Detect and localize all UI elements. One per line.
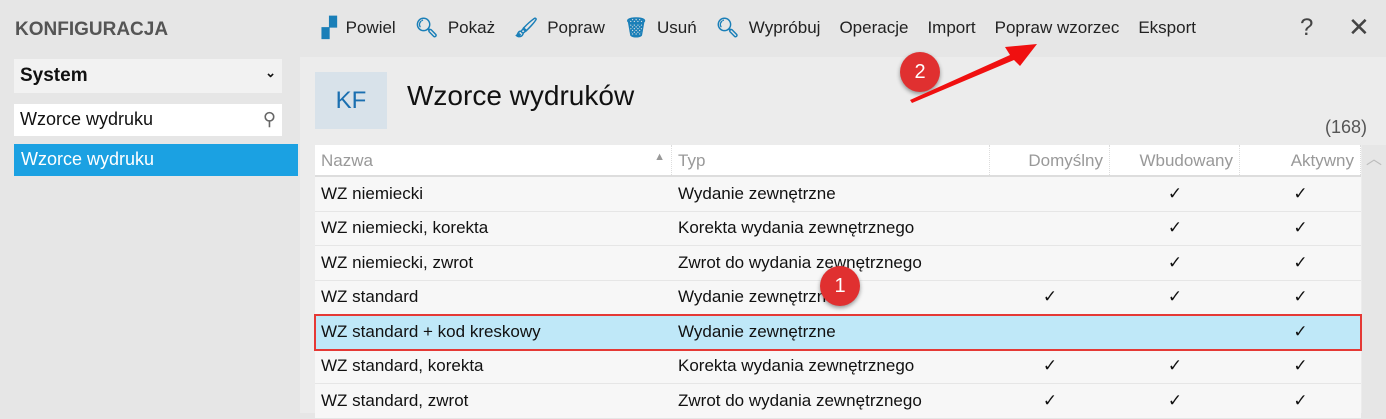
column-header-domyslny[interactable]: Domyślny <box>990 145 1110 175</box>
grid-header: Nazwa ▲ Typ Domyślny Wbudowany Aktywny <box>315 145 1361 177</box>
label: Powiel <box>345 18 396 37</box>
cell-builtin: ✓ <box>1167 356 1183 376</box>
import-button[interactable]: Import <box>927 18 975 38</box>
column-header-typ[interactable]: Typ <box>672 145 990 175</box>
table-row[interactable]: WZ standard, zwrot Zwrot do wydania zewnę… <box>315 384 1361 419</box>
cell-active: ✓ <box>1293 321 1308 341</box>
cell-builtin: ✓ <box>1167 218 1183 238</box>
cell-default: ✓ <box>1042 356 1058 376</box>
brush-icon: 🖌︎ <box>514 18 539 39</box>
cell-type: Korekta wydania zewnętrznego <box>678 356 915 376</box>
sidebar-item-wzorce-wydruku[interactable]: Wzorce wydruku <box>14 144 298 176</box>
scroll-up-icon[interactable]: ︿ <box>1366 151 1382 168</box>
cell-active: ✓ <box>1293 252 1308 272</box>
cell-name: WZ niemiecki, korekta <box>321 218 489 238</box>
scrollbar[interactable]: ︿ <box>1362 145 1386 413</box>
help-button[interactable]: ? <box>1300 14 1313 42</box>
cell-type: Wydanie zewnętrzne <box>678 321 836 341</box>
cell-default: ✓ <box>1042 287 1058 307</box>
search-icon[interactable]: ⚲ <box>263 109 276 131</box>
chevron-down-icon: ⌄ <box>265 65 276 80</box>
cell-name: WZ standard, zwrot <box>321 390 469 410</box>
label: Pokaż <box>447 18 496 37</box>
cell-active: ✓ <box>1293 183 1308 203</box>
cell-active: ✓ <box>1293 356 1308 376</box>
label: Operacje <box>839 18 909 37</box>
usun-button[interactable]: 🗑︎ Usuń <box>624 16 697 40</box>
cell-name: WZ niemiecki, zwrot <box>321 252 474 272</box>
column-header-aktywny[interactable]: Aktywny <box>1240 145 1361 175</box>
cell-builtin: ✓ <box>1167 287 1183 307</box>
label: Popraw wzorzec <box>994 18 1120 37</box>
close-button[interactable]: ✕ <box>1348 12 1370 43</box>
table-row[interactable]: WZ niemiecki Wydanie zewnętrzne ✓ ✓ <box>315 177 1361 212</box>
cell-name: WZ niemiecki <box>321 183 424 203</box>
cell-type: Zwrot do wydania zewnętrznego <box>678 390 922 410</box>
cell-type: Wydanie zewnętrzne <box>678 183 836 203</box>
label: Eksport <box>1138 18 1196 37</box>
copy-icon: ▞ <box>322 17 337 39</box>
popraw-button[interactable]: 🖌︎ Popraw <box>514 16 605 40</box>
page-title: Wzorce wydruków <box>407 80 635 111</box>
table-row[interactable]: WZ standard + kod kreskowy Wydanie zewnęt… <box>314 314 1362 351</box>
cell-builtin: ✓ <box>1167 390 1183 410</box>
search-icon: 🔍︎ <box>715 18 740 39</box>
search-icon: 🔍︎ <box>414 18 439 39</box>
cell-active: ✓ <box>1293 218 1308 238</box>
step-1-badge: 1 <box>820 266 860 306</box>
trash-icon: 🗑︎ <box>623 18 648 39</box>
toolbar: ▞ Powiel 🔍︎ Pokaż 🖌︎ Popraw 🗑︎ Usuń 🔍︎ Wyprób… <box>322 0 1215 56</box>
search-value: Wzorce wydruku <box>20 109 154 129</box>
pokaz-button[interactable]: 🔍︎ Pokaż <box>415 16 495 40</box>
table-row[interactable]: WZ standard, korekta Korekta wydania zewn… <box>315 349 1361 384</box>
label: Nazwa <box>321 151 373 170</box>
label: Wypróbuj <box>748 18 821 37</box>
cell-name: WZ standard, korekta <box>321 356 484 376</box>
wyprobuj-button[interactable]: 🔍︎ Wypróbuj <box>716 16 821 40</box>
label: Popraw <box>547 18 605 37</box>
label: Usuń <box>656 18 697 37</box>
column-header-wbudowany[interactable]: Wbudowany <box>1110 145 1240 175</box>
cell-builtin: ✓ <box>1167 252 1183 272</box>
popraw-wzorzec-button[interactable]: Popraw wzorzec <box>995 18 1120 38</box>
operacje-button[interactable]: Operacje <box>839 18 908 38</box>
powiel-button[interactable]: ▞ Powiel <box>322 17 396 40</box>
cell-builtin: ✓ <box>1167 183 1183 203</box>
module-dropdown[interactable]: System ⌄ <box>14 59 282 93</box>
cell-active: ✓ <box>1293 390 1308 410</box>
cell-default: ✓ <box>1042 390 1058 410</box>
search-input[interactable]: Wzorce wydruku ⚲ <box>14 104 282 136</box>
sort-asc-icon: ▲ <box>654 151 665 163</box>
cell-type: Korekta wydania zewnętrznego <box>678 218 915 238</box>
app-title: KONFIGURACJA <box>15 19 169 40</box>
label: Import <box>927 18 976 37</box>
step-2-badge: 2 <box>900 52 940 92</box>
table-row[interactable]: WZ niemiecki, korekta Korekta wydania zew… <box>315 211 1361 246</box>
record-count: (168) <box>1325 117 1368 137</box>
eksport-button[interactable]: Eksport <box>1138 18 1196 38</box>
cell-active: ✓ <box>1293 287 1308 307</box>
module-badge: KF <box>315 72 387 129</box>
column-header-nazwa[interactable]: Nazwa ▲ <box>315 145 672 175</box>
cell-name: WZ standard + kod kreskowy <box>321 321 541 341</box>
cell-name: WZ standard <box>321 287 419 307</box>
module-value: System <box>20 65 88 86</box>
